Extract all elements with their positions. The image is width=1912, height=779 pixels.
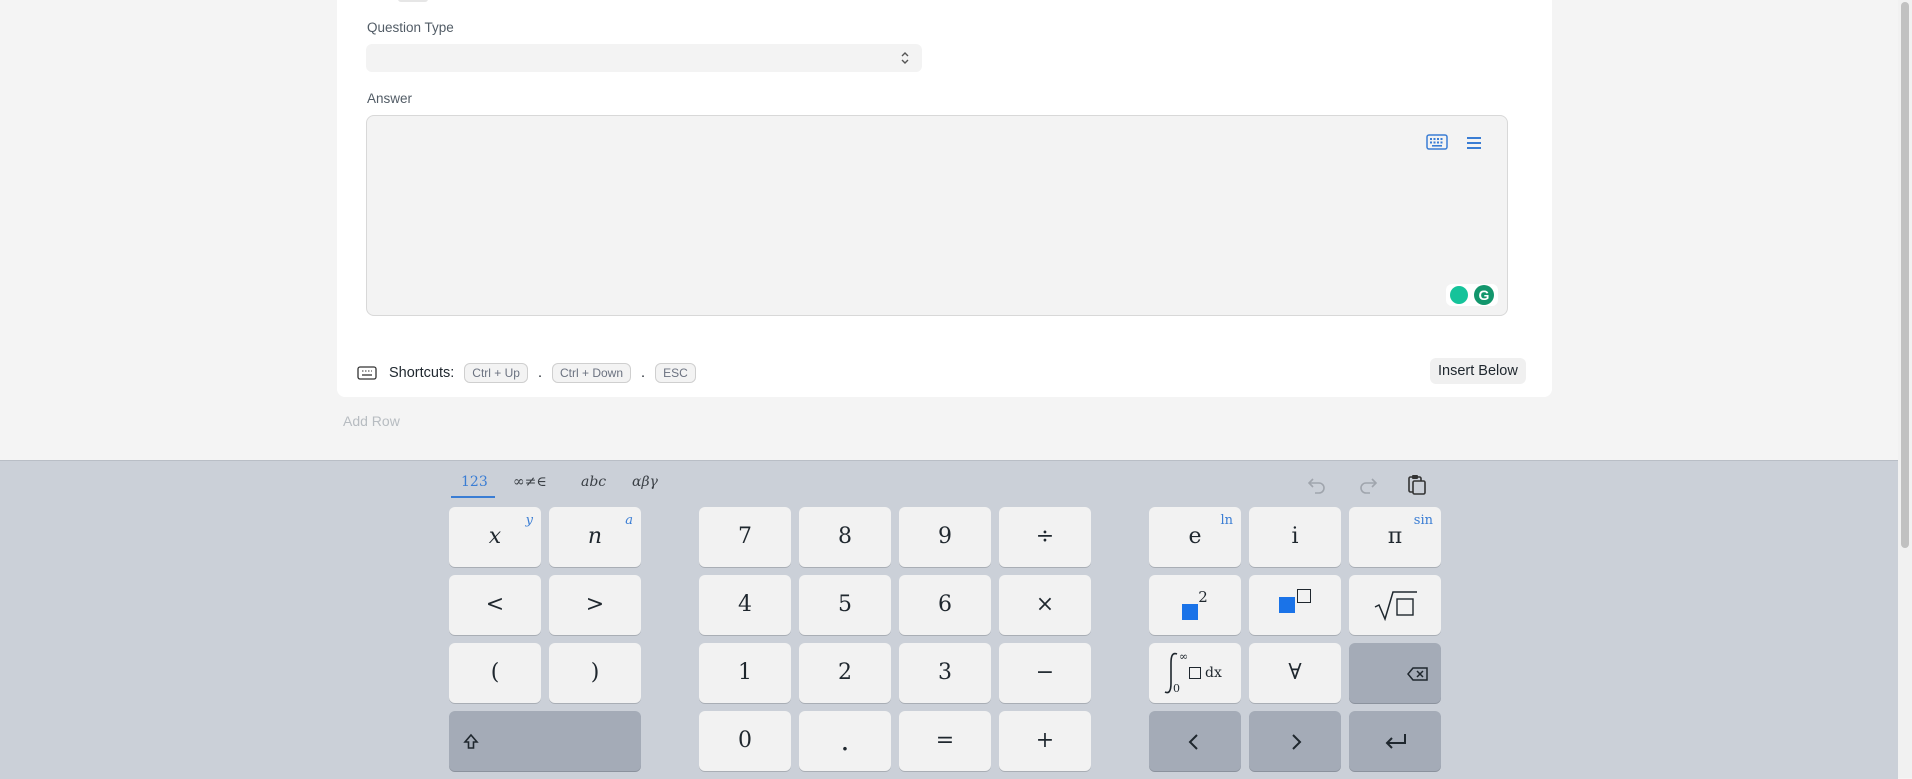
key-x[interactable]: xy — [449, 507, 541, 567]
shortcuts-bar: Shortcuts: Ctrl + Up . Ctrl + Down . ESC — [357, 362, 696, 384]
key-divide[interactable]: ÷ — [999, 507, 1091, 567]
key-decimal[interactable]: . — [799, 711, 891, 771]
grammarly-bulb-icon[interactable] — [1450, 286, 1468, 304]
key-integral[interactable]: ∞ 0 dx — [1149, 643, 1241, 703]
key-equals[interactable]: = — [899, 711, 991, 771]
key-7[interactable]: 7 — [699, 507, 791, 567]
key-9[interactable]: 9 — [899, 507, 991, 567]
key-4[interactable]: 4 — [699, 575, 791, 635]
select-chevron-icon — [900, 50, 910, 66]
key-plus[interactable]: + — [999, 711, 1091, 771]
tab-greek[interactable]: αβγ — [632, 474, 658, 490]
exponent-box-icon — [1297, 589, 1311, 603]
page-scrollbar[interactable] — [1898, 0, 1912, 778]
key-x-shift: y — [525, 513, 533, 528]
tab-numeric[interactable]: 123 — [461, 474, 488, 490]
shortcut-ctrl-up: Ctrl + Up — [464, 363, 528, 383]
question-type-label: Question Type — [367, 20, 454, 35]
key-power[interactable] — [1249, 575, 1341, 635]
chevron-right-icon — [1292, 734, 1302, 750]
key-forall[interactable]: ∀ — [1249, 643, 1341, 703]
integral-upper-limit: ∞ — [1179, 650, 1189, 663]
backspace-key[interactable] — [1349, 643, 1441, 703]
key-greater-than[interactable]: > — [549, 575, 641, 635]
key-6[interactable]: 6 — [899, 575, 991, 635]
key-e[interactable]: e ln — [1149, 507, 1241, 567]
backspace-icon — [1407, 667, 1428, 681]
shortcut-esc: ESC — [655, 363, 696, 383]
integrand-box-icon — [1189, 667, 1201, 679]
key-i[interactable]: i — [1249, 507, 1341, 567]
placeholder-square-icon — [1279, 597, 1295, 613]
key-square-exp: 2 — [1198, 588, 1208, 606]
integral-lower-limit: 0 — [1173, 682, 1180, 695]
key-left-paren[interactable]: ( — [449, 643, 541, 703]
key-pi[interactable]: π sin — [1349, 507, 1441, 567]
sqrt-icon — [1374, 591, 1417, 621]
keyboard-icon — [357, 366, 377, 380]
grammarly-widget[interactable]: G — [1446, 284, 1498, 306]
scrollbar-thumb[interactable] — [1901, 2, 1909, 548]
key-5[interactable]: 5 — [799, 575, 891, 635]
menu-hamburger-icon[interactable] — [1465, 134, 1483, 152]
key-pi-shift: sin — [1413, 513, 1433, 528]
answer-label: Answer — [367, 91, 413, 106]
key-3[interactable]: 3 — [899, 643, 991, 703]
key-8[interactable]: 8 — [799, 507, 891, 567]
key-right-paren[interactable]: ) — [549, 643, 641, 703]
redo-icon[interactable] — [1355, 472, 1381, 498]
card-top-stub — [398, 0, 428, 2]
question-type-select[interactable] — [366, 44, 922, 72]
cursor-right-key[interactable] — [1249, 711, 1341, 771]
enter-icon — [1385, 734, 1406, 749]
key-square[interactable]: 2 — [1149, 575, 1241, 635]
shortcut-separator: . — [537, 365, 542, 381]
undo-icon[interactable] — [1304, 472, 1330, 498]
insert-below-button[interactable]: Insert Below — [1430, 358, 1526, 384]
tab-symbols[interactable]: ∞≠∈ — [513, 474, 547, 490]
shortcut-separator: . — [641, 365, 646, 381]
key-minus[interactable]: − — [999, 643, 1091, 703]
key-1[interactable]: 1 — [699, 643, 791, 703]
chevron-left-icon — [1188, 734, 1198, 750]
integral-dx: dx — [1205, 665, 1222, 681]
shortcut-ctrl-down: Ctrl + Down — [552, 363, 632, 383]
placeholder-square-icon — [1182, 604, 1199, 621]
cursor-left-key[interactable] — [1149, 711, 1241, 771]
shift-icon — [463, 733, 479, 749]
shortcuts-label: Shortcuts: — [389, 365, 455, 381]
key-less-than[interactable]: < — [449, 575, 541, 635]
key-e-shift: ln — [1220, 513, 1233, 528]
shift-key[interactable] — [449, 711, 641, 771]
page-background — [0, 0, 315, 460]
key-sqrt[interactable] — [1349, 575, 1441, 635]
key-n[interactable]: na — [549, 507, 641, 567]
key-times[interactable]: × — [999, 575, 1091, 635]
add-row-button[interactable]: Add Row — [343, 413, 400, 429]
grammarly-g-icon[interactable]: G — [1474, 285, 1494, 305]
key-0[interactable]: 0 — [699, 711, 791, 771]
active-tab-underline — [451, 496, 495, 498]
tab-alphabetic[interactable]: abc — [581, 474, 606, 490]
key-n-shift: a — [625, 513, 633, 528]
answer-math-field[interactable] — [366, 115, 1508, 316]
virtual-keyboard-toggle-icon[interactable] — [1426, 134, 1448, 150]
key-2[interactable]: 2 — [799, 643, 891, 703]
enter-key[interactable] — [1349, 711, 1441, 771]
